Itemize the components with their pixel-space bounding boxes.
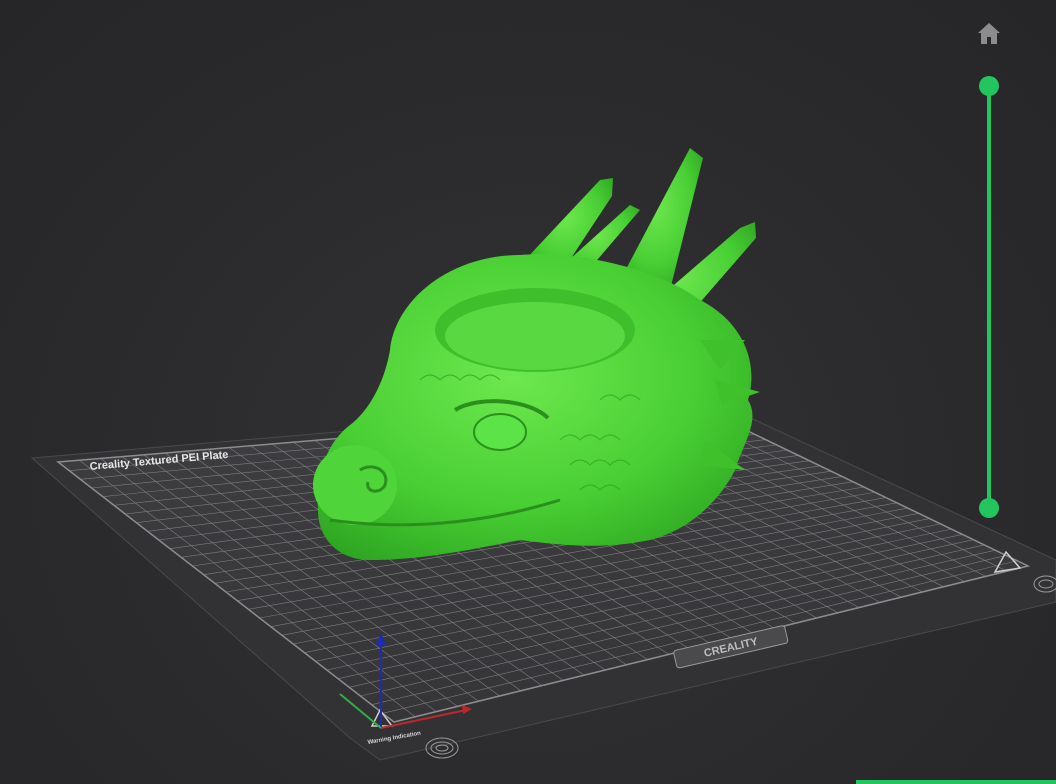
home-view-button[interactable] [976, 20, 1002, 46]
layer-slider-top-handle[interactable] [979, 76, 999, 96]
scene-canvas[interactable]: Creality Textured PEI Plate CREALITY War… [0, 0, 1056, 784]
3d-viewport[interactable]: Creality Textured PEI Plate CREALITY War… [0, 0, 1056, 784]
layer-range-slider[interactable] [976, 74, 1002, 520]
layer-slider-bottom-handle[interactable] [979, 498, 999, 518]
dragon-model[interactable] [313, 148, 760, 560]
dragon-eye [473, 413, 527, 451]
home-icon [978, 23, 1000, 44]
layer-slider-track[interactable] [987, 86, 991, 508]
bottom-status-strip [856, 780, 1056, 784]
bowl-inner [445, 302, 625, 370]
